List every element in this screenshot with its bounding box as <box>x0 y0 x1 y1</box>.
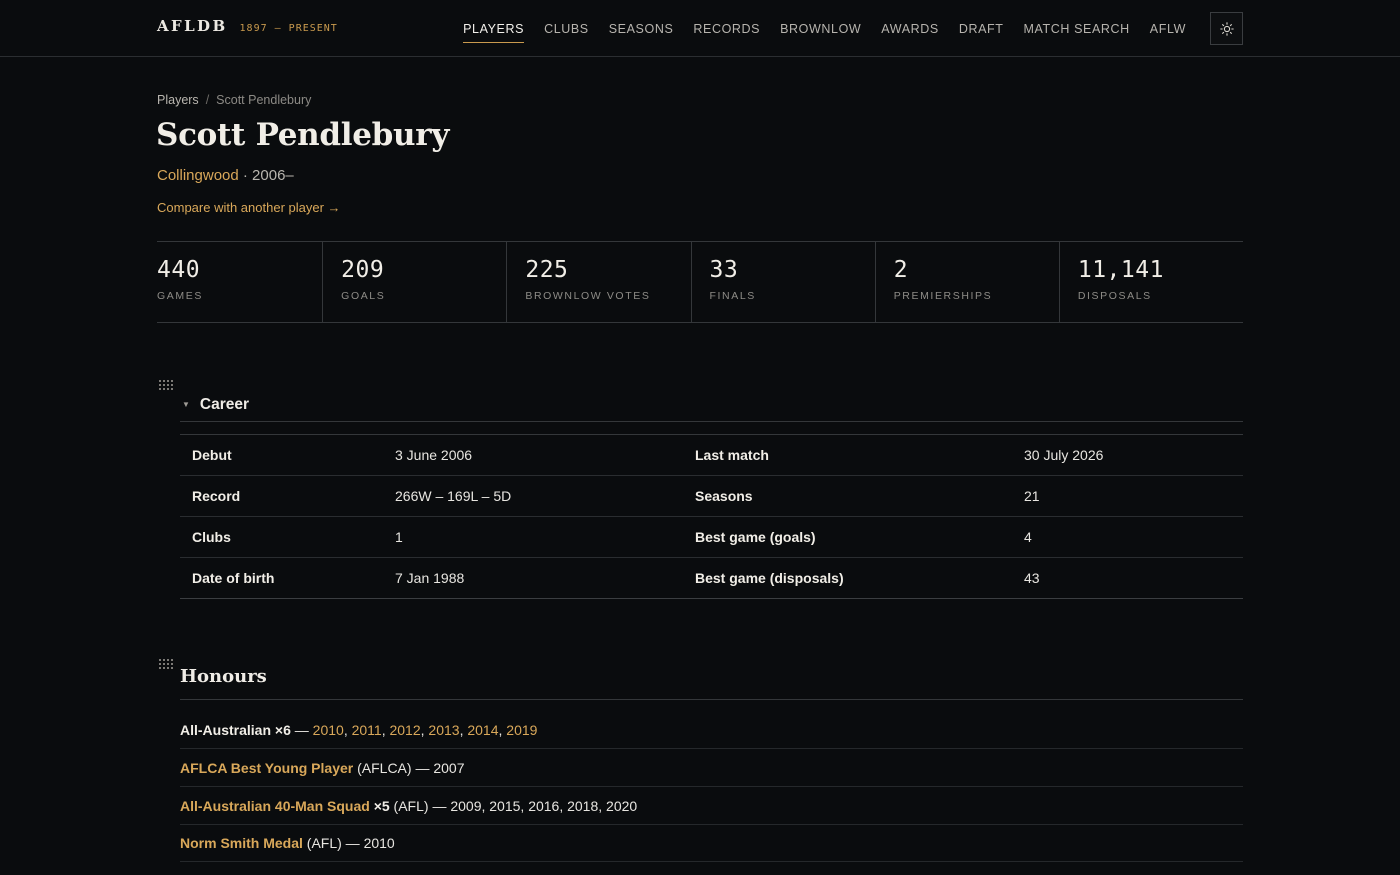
career-value: 21 <box>1024 475 1243 517</box>
career-key: Best game (goals) <box>684 516 1024 558</box>
stat-label: FINALS <box>709 290 756 302</box>
career-section-header[interactable]: ▼ Career <box>180 388 1243 422</box>
honour-detail: (AFL) — 2010 <box>302 834 395 851</box>
nav-records[interactable]: RECORDS <box>693 16 760 42</box>
career-value: 1 <box>395 516 684 558</box>
career-key: Best game (disposals) <box>684 557 1024 599</box>
stat-games: 440 GAMES <box>157 242 322 322</box>
page-title: Scott Pendlebury <box>156 117 450 153</box>
comma: , <box>343 721 352 738</box>
sun-icon <box>1219 21 1234 36</box>
breadcrumb-players-link[interactable]: Players <box>157 93 199 107</box>
breadcrumb-separator: / <box>205 93 210 107</box>
main-nav: PLAYERS CLUBS SEASONS RECORDS BROWNLOW A… <box>463 0 1186 57</box>
career-key: Seasons <box>684 475 1024 517</box>
stat-label: BROWNLOW VOTES <box>525 290 651 302</box>
honour-year-link[interactable]: 2014 <box>467 722 498 738</box>
honour-row: All-Australian 40-Man Squad ×5 (AFL) — 2… <box>180 787 1243 825</box>
stat-value: 440 <box>157 257 201 283</box>
comma: , <box>420 721 429 738</box>
stat-value: 209 <box>341 257 385 283</box>
career-key: Clubs <box>180 516 395 558</box>
drag-handle-icon[interactable] <box>159 659 173 669</box>
nav-players[interactable]: PLAYERS <box>463 16 525 43</box>
breadcrumb: Players / Scott Pendlebury <box>157 93 311 107</box>
table-row: Record 266W – 169L – 5D Seasons 21 <box>180 475 1243 517</box>
career-years: · 2006– <box>238 167 294 184</box>
career-value: 3 June 2006 <box>395 434 684 476</box>
honour-row: Norm Smith Medal (AFL) — 2010 <box>180 824 1243 862</box>
stat-label: DISPOSALS <box>1077 290 1152 302</box>
honour-year-link[interactable]: 2012 <box>389 722 420 738</box>
stat-disposals: 11,141 DISPOSALS <box>1058 242 1243 322</box>
honour-detail: (AFLCA) — 2007 <box>353 759 465 776</box>
nav-brownlow[interactable]: BROWNLOW <box>780 16 861 42</box>
career-section-title: Career <box>199 395 250 413</box>
honour-name-link[interactable]: All-Australian 40-Man Squad <box>180 798 370 814</box>
career-value: 266W – 169L – 5D <box>395 475 684 517</box>
stat-value: 33 <box>709 257 739 283</box>
stat-value: 2 <box>893 257 909 283</box>
honour-detail: (AFL) — 2009, 2015, 2016, 2018, 2020 <box>389 797 638 814</box>
honour-row: AFLCA Best Young Player (AFLCA) — 2007 <box>180 749 1243 787</box>
nav-seasons[interactable]: SEASONS <box>609 16 674 42</box>
stat-label: PREMIERSHIPS <box>893 290 993 302</box>
table-row: Date of birth 7 Jan 1988 Best game (disp… <box>180 557 1243 599</box>
top-navigation-bar: AFLDB 1897 — PRESENT PLAYERS CLUBS SEASO… <box>0 0 1400 57</box>
stat-finals: 33 FINALS <box>690 242 875 322</box>
career-key: Date of birth <box>180 557 395 599</box>
nav-match-search[interactable]: MATCH SEARCH <box>1024 16 1130 42</box>
career-value: 7 Jan 1988 <box>395 557 684 599</box>
comma: , <box>459 721 468 738</box>
stat-goals: 209 GOALS <box>322 242 506 322</box>
compare-player-link[interactable]: Compare with another player → <box>157 200 341 215</box>
drag-handle-icon[interactable] <box>159 380 173 390</box>
brand[interactable]: AFLDB 1897 — PRESENT <box>157 17 338 35</box>
career-table: Debut 3 June 2006 Last match 30 July 202… <box>180 434 1243 599</box>
table-row: Debut 3 June 2006 Last match 30 July 202… <box>180 434 1243 476</box>
comma: , <box>498 721 507 738</box>
collapse-caret-icon[interactable]: ▼ <box>182 400 190 409</box>
stat-label: GOALS <box>341 290 386 302</box>
table-row: Clubs 1 Best game (goals) 4 <box>180 516 1243 558</box>
brand-years: 1897 — PRESENT <box>239 23 338 34</box>
honour-year-link[interactable]: 2010 <box>313 722 344 738</box>
stats-strip: 440 GAMES 209 GOALS 225 BROWNLOW VOTES 3… <box>157 241 1243 323</box>
honours-section-title: Honours <box>180 666 267 687</box>
honour-year-link[interactable]: 2013 <box>428 722 459 738</box>
stat-value: 225 <box>525 257 569 283</box>
theme-toggle-button[interactable] <box>1210 12 1243 45</box>
honour-label: All-Australian ×6 <box>180 721 291 738</box>
nav-aflw[interactable]: AFLW <box>1150 16 1186 42</box>
brand-name[interactable]: AFLDB <box>157 17 228 35</box>
breadcrumb-current: Scott Pendlebury <box>216 93 312 107</box>
stat-premierships: 2 PREMIERSHIPS <box>874 242 1059 322</box>
honour-multiplier: ×5 <box>369 797 390 814</box>
career-value: 4 <box>1024 516 1243 558</box>
career-key: Last match <box>684 434 1024 476</box>
honour-name-link[interactable]: Norm Smith Medal <box>180 835 303 851</box>
honour-year-link[interactable]: 2019 <box>506 722 537 738</box>
honour-dash: — <box>290 721 313 738</box>
career-value: 43 <box>1024 557 1243 599</box>
nav-draft[interactable]: DRAFT <box>959 16 1004 42</box>
honour-name-link[interactable]: AFLCA Best Young Player <box>180 760 353 776</box>
comma: , <box>381 721 390 738</box>
player-subtitle: Collingwood · 2006– <box>157 167 294 184</box>
career-key: Record <box>180 475 395 517</box>
divider <box>180 699 1243 700</box>
stat-value: 11,141 <box>1077 257 1164 283</box>
honour-all-australian: All-Australian ×6 — 2010, 2011, 2012, 20… <box>180 711 1243 749</box>
nav-awards[interactable]: AWARDS <box>881 16 939 42</box>
club-link[interactable]: Collingwood <box>157 167 239 184</box>
career-key: Debut <box>180 434 395 476</box>
nav-clubs[interactable]: CLUBS <box>544 16 589 42</box>
stat-label: GAMES <box>157 290 203 302</box>
stat-brownlow-votes: 225 BROWNLOW VOTES <box>506 242 690 322</box>
career-value: 30 July 2026 <box>1024 434 1243 476</box>
honour-year-link[interactable]: 2011 <box>352 722 382 738</box>
